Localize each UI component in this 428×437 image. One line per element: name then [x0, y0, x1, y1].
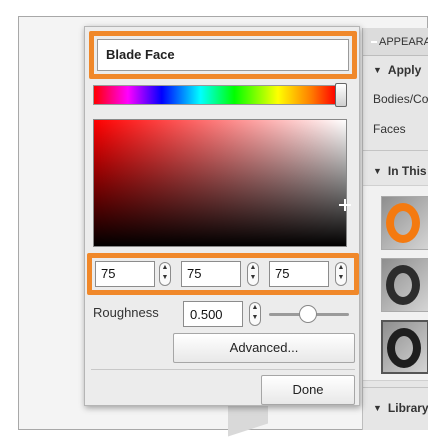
- bodies-option[interactable]: Bodies/Components: [363, 84, 428, 114]
- appearance-edit-popup: Blade Face 75 ▲ ▼ 75 ▲ ▼ 75 ▲ ▼ Roughness 0…: [84, 26, 360, 406]
- faces-label: Faces: [373, 122, 406, 136]
- red-stepper[interactable]: ▲ ▼: [159, 262, 171, 286]
- faces-option[interactable]: Faces: [363, 114, 428, 144]
- appearance-thumbnails: [363, 185, 428, 381]
- roughness-input[interactable]: 0.500: [183, 301, 243, 327]
- triangle-down-icon: ▼: [373, 403, 382, 413]
- triangle-down-icon: ▼: [373, 166, 382, 176]
- roughness-slider-handle[interactable]: [299, 305, 317, 323]
- panel-header[interactable]: APPEARANCE: [363, 28, 428, 56]
- apply-section-label: Apply: [387, 63, 422, 77]
- green-stepper[interactable]: ▲ ▼: [247, 262, 259, 286]
- roughness-label: Roughness: [93, 305, 159, 320]
- appearance-swatch-chrome[interactable]: [381, 258, 428, 312]
- in-this-design-label: In This Design: [387, 164, 428, 178]
- blue-stepper[interactable]: ▲ ▼: [335, 262, 347, 286]
- appearance-panel: APPEARANCE ▼ Apply Bodies/Components Fac…: [362, 28, 428, 430]
- appearance-swatch-dark[interactable]: [381, 320, 428, 374]
- library-section[interactable]: ▼ Library: [363, 394, 428, 422]
- in-this-design-section[interactable]: ▼ In This Design: [363, 157, 428, 185]
- red-value-input[interactable]: 75: [95, 261, 155, 287]
- panel-title: APPEARANCE: [379, 35, 428, 48]
- color-picker-crosshair[interactable]: [339, 199, 351, 211]
- done-button[interactable]: Done: [261, 375, 355, 405]
- library-label: Library: [387, 401, 428, 415]
- divider: [363, 150, 428, 151]
- color-picker-field[interactable]: [93, 119, 347, 247]
- apply-section[interactable]: ▼ Apply: [363, 56, 428, 84]
- divider: [363, 387, 428, 388]
- bodies-label: Bodies/Components: [373, 92, 428, 106]
- blue-value-input[interactable]: 75: [269, 261, 329, 287]
- appearance-swatch-orange[interactable]: [381, 196, 428, 250]
- divider: [91, 369, 355, 370]
- hue-slider[interactable]: [93, 85, 337, 105]
- hue-slider-handle[interactable]: [335, 83, 347, 107]
- advanced-button[interactable]: Advanced...: [173, 333, 355, 363]
- triangle-down-icon: ▼: [373, 65, 382, 75]
- roughness-stepper[interactable]: ▲ ▼: [249, 302, 261, 326]
- appearance-name-input[interactable]: Blade Face: [97, 39, 349, 71]
- green-value-input[interactable]: 75: [181, 261, 241, 287]
